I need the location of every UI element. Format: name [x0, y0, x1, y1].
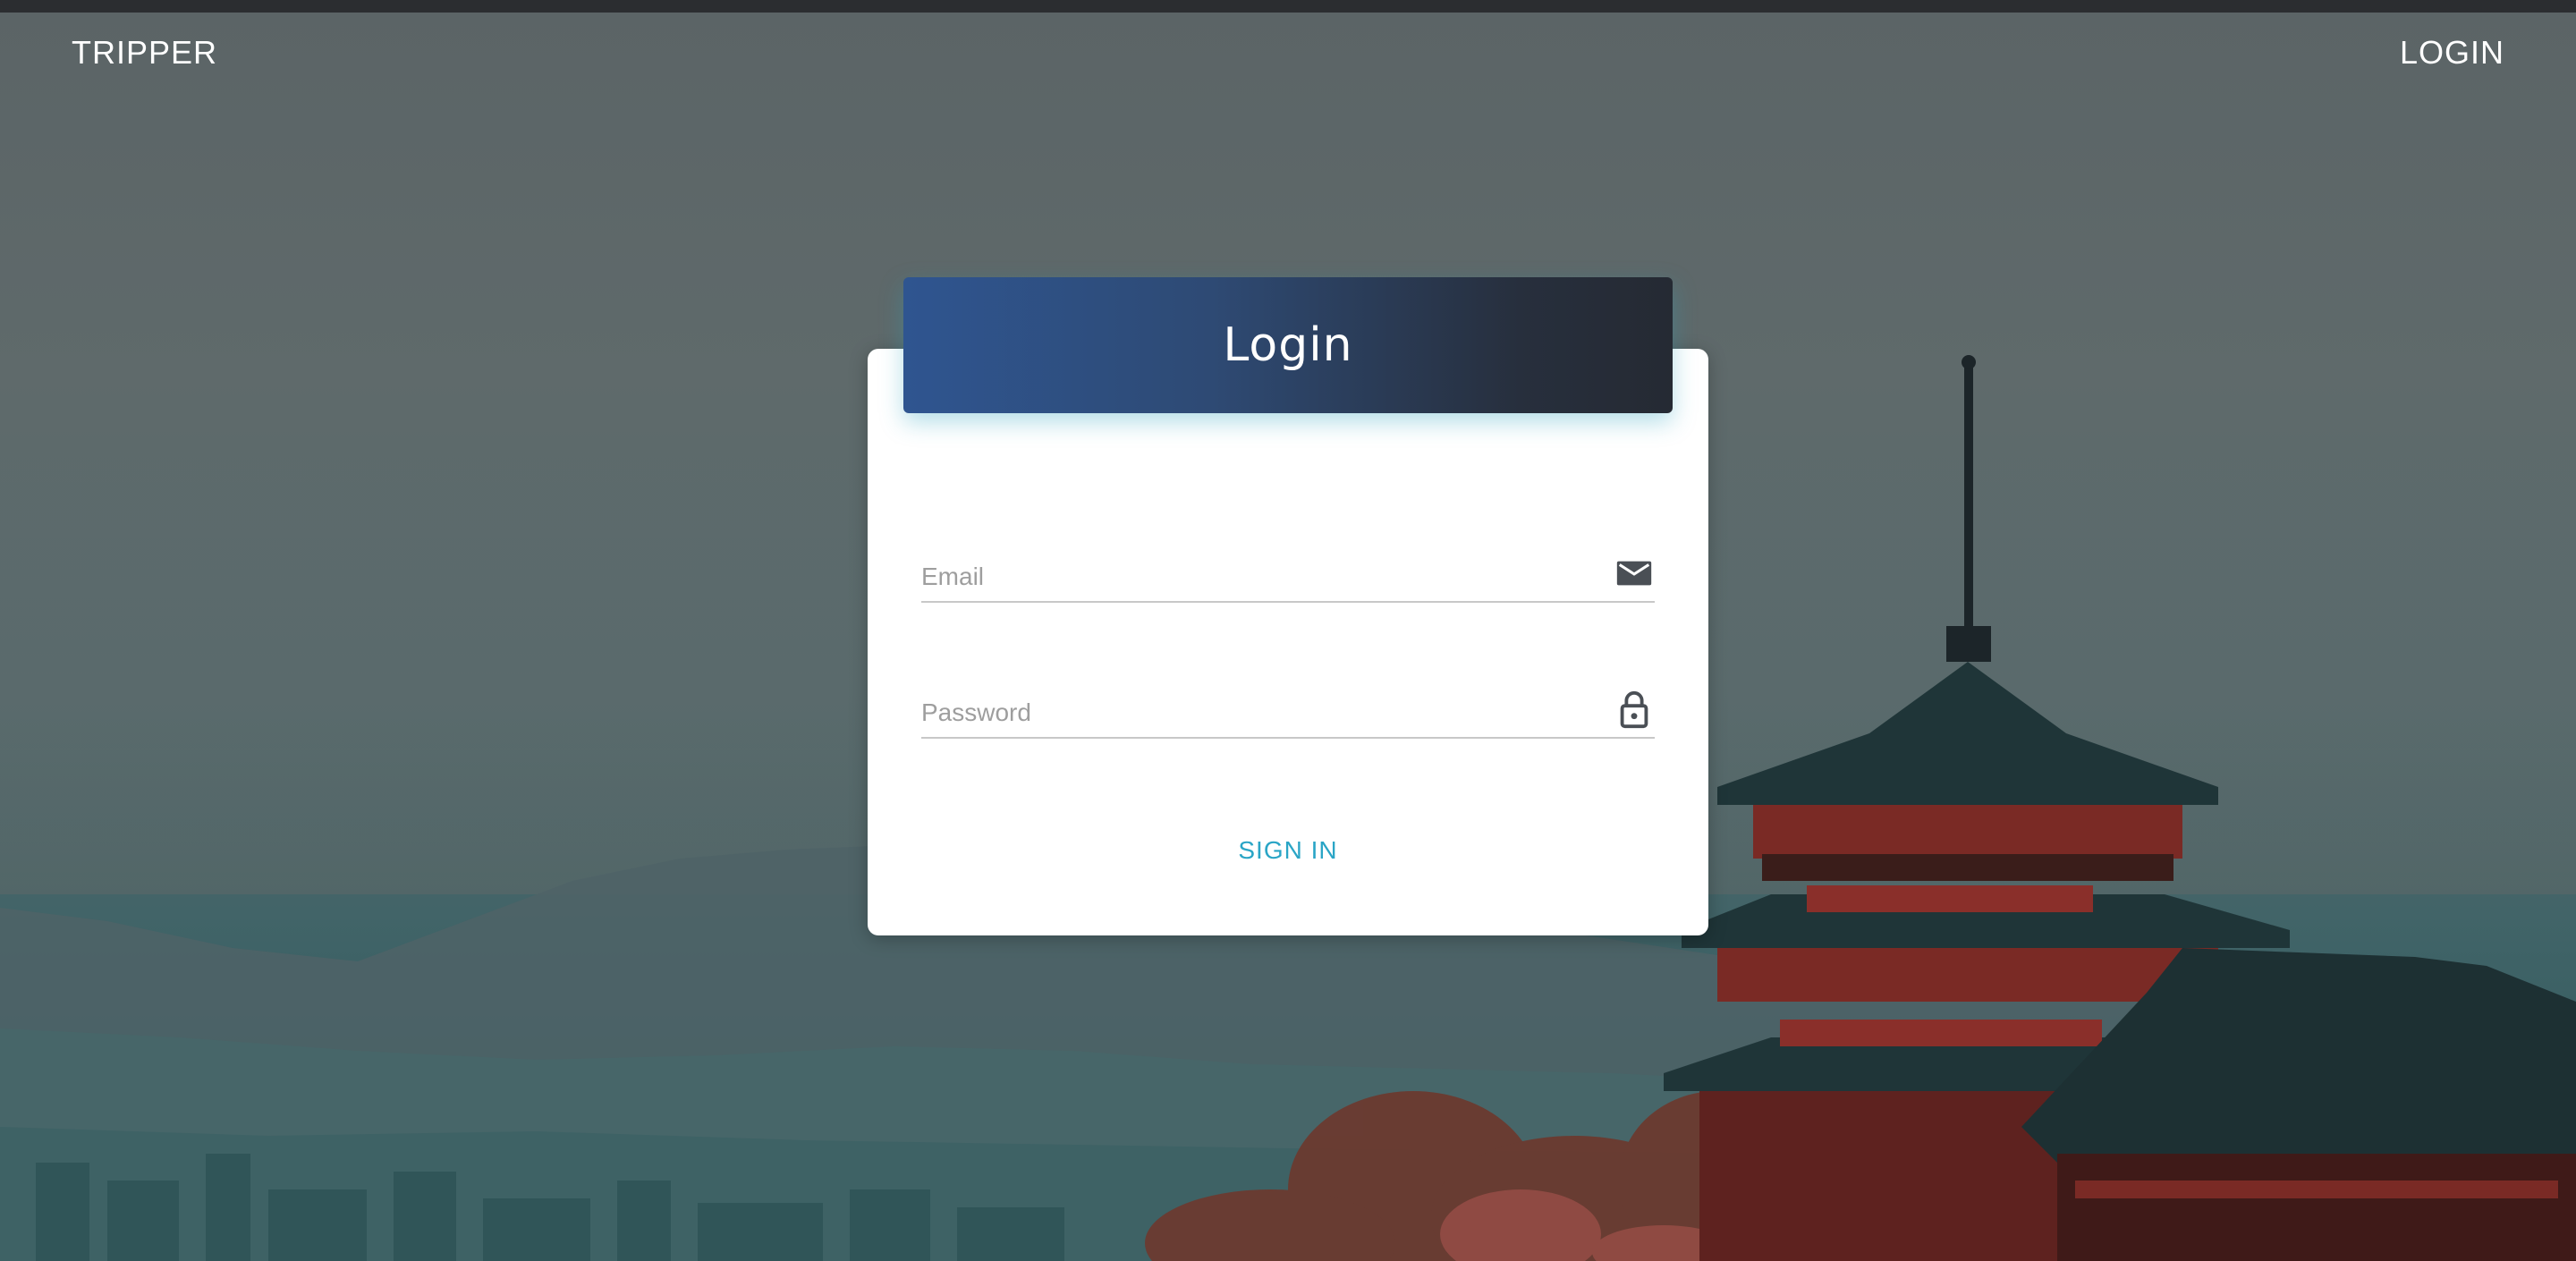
nav-login-link[interactable]: LOGIN	[2400, 34, 2504, 72]
navbar: TRIPPER LOGIN	[0, 13, 2576, 93]
password-field	[921, 674, 1655, 739]
mail-icon	[1616, 561, 1652, 586]
email-field	[921, 538, 1655, 603]
password-input[interactable]	[921, 692, 1583, 733]
login-title: Login	[1223, 318, 1353, 372]
email-input[interactable]	[921, 556, 1583, 597]
sign-in-button[interactable]: SIGN IN	[1199, 828, 1377, 873]
lock-icon	[1620, 690, 1648, 729]
brand-logo[interactable]: TRIPPER	[72, 34, 217, 72]
login-page: TRIPPER LOGIN Login SIGN IN	[0, 0, 2576, 1261]
login-card-header: Login	[903, 277, 1673, 413]
